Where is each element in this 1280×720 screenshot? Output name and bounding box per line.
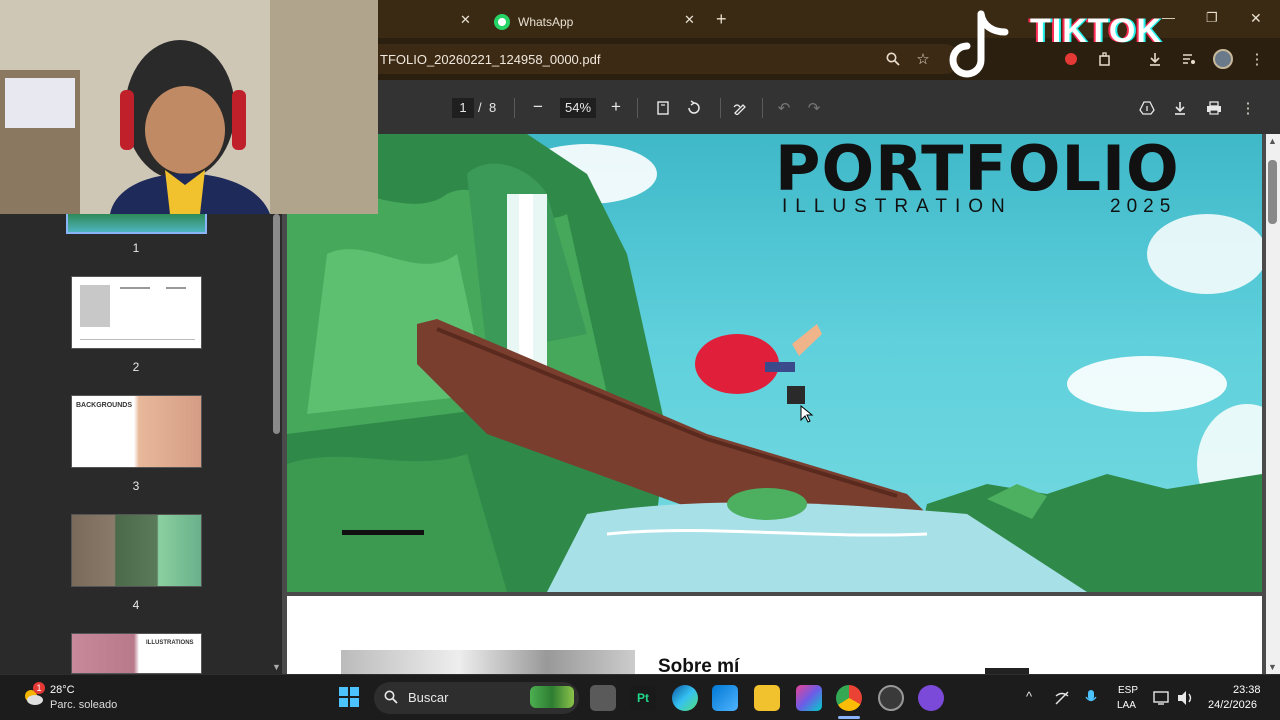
microphone-icon[interactable] (1084, 689, 1098, 707)
tiktok-logo-icon (949, 10, 1009, 78)
document-scroll-thumb[interactable] (1268, 160, 1277, 224)
tab-whatsapp[interactable]: WhatsApp ✕ (494, 6, 704, 38)
media-icon[interactable] (1178, 48, 1200, 70)
weather-temperature[interactable]: 28°C (50, 684, 75, 696)
browser-menu-icon[interactable]: ⋮ (1246, 48, 1268, 70)
messenger-icon[interactable] (918, 685, 944, 711)
thumbnail-text-line (120, 287, 150, 289)
edge-icon[interactable] (672, 685, 698, 711)
mouse-cursor-icon (800, 404, 814, 423)
keyboard-layout-indicator[interactable]: LAA (1117, 700, 1136, 711)
toolbar-divider (514, 98, 515, 118)
thumbnail-number: 1 (132, 241, 140, 255)
thumbnail-caption: ILLUSTRATIONS (146, 640, 194, 646)
network-off-icon[interactable] (1054, 690, 1070, 706)
thumbnail-page-2[interactable] (71, 276, 202, 349)
star-icon[interactable]: ☆ (912, 48, 934, 70)
scroll-up-icon[interactable]: ▲ (1268, 136, 1277, 146)
total-pages: 8 (489, 100, 497, 115)
tab-portfolio-pdf[interactable]: ✕ (380, 6, 480, 38)
download-icon[interactable] (1144, 48, 1166, 70)
sidebar-scroll-thumb[interactable] (273, 214, 280, 434)
close-window-button[interactable]: ✕ (1250, 10, 1262, 27)
pycharm-icon[interactable]: Pt (630, 685, 656, 711)
thumbnail-caption: BACKGROUNDS (76, 402, 132, 409)
thumbnail-page-1[interactable] (66, 212, 207, 234)
pdf-download-icon[interactable] (1169, 97, 1191, 119)
scroll-down-icon[interactable]: ▼ (1268, 662, 1277, 672)
thumbnail-number: 4 (132, 598, 140, 612)
redo-icon[interactable]: ↷ (803, 97, 825, 119)
file-explorer-icon[interactable] (754, 685, 780, 711)
windows-start-icon[interactable] (338, 686, 360, 708)
page-separator: / (478, 100, 482, 115)
record-icon[interactable] (1060, 48, 1082, 70)
obs-icon[interactable] (878, 685, 904, 711)
rotate-icon[interactable] (683, 97, 705, 119)
zoom-in-button[interactable]: + (611, 97, 621, 117)
minimize-button[interactable]: — (1162, 10, 1175, 25)
tiktok-wordmark: TIKTOK (1030, 12, 1162, 50)
pdf-page-2 (287, 596, 1262, 674)
webcam-person-image (0, 0, 378, 214)
active-app-indicator (838, 716, 860, 719)
annotate-pen-icon[interactable] (730, 97, 752, 119)
undo-icon[interactable]: ↶ (773, 97, 795, 119)
language-indicator[interactable]: ESP (1118, 685, 1138, 696)
thumbnail-divider (80, 339, 195, 340)
thumbnail-number: 3 (132, 479, 140, 493)
toolbar-divider (720, 98, 721, 118)
microsoft-365-icon[interactable] (796, 685, 822, 711)
display-icon[interactable] (1153, 690, 1171, 706)
tray-chevron-icon[interactable]: ^ (1026, 689, 1032, 704)
pdf-more-options-icon[interactable]: ⋮ (1237, 97, 1259, 119)
sidebar-scroll-down-icon[interactable]: ▼ (272, 662, 281, 672)
fit-page-icon[interactable] (652, 97, 674, 119)
search-placeholder: Buscar (408, 690, 449, 705)
webcam-overlay (0, 0, 378, 214)
chrome-icon[interactable] (836, 685, 862, 711)
whatsapp-icon (494, 14, 510, 30)
page-number-input[interactable]: 1 (452, 98, 474, 118)
toolbar-divider (637, 98, 638, 118)
thumbnail-photo (80, 285, 110, 327)
new-tab-button[interactable]: + (716, 9, 727, 30)
tab-label: WhatsApp (518, 15, 574, 29)
zoom-icon[interactable] (882, 48, 904, 70)
portfolio-year: 2025 (1110, 196, 1177, 217)
store-icon[interactable] (712, 685, 738, 711)
thumbnail-number: 2 (132, 360, 140, 374)
task-view-icon[interactable] (590, 685, 616, 711)
thumbnail-text-line (166, 287, 186, 289)
weather-badge: 1 (33, 682, 45, 694)
close-tab-icon[interactable]: ✕ (684, 12, 695, 28)
portfolio-title: PORTFOLIO (775, 132, 1180, 205)
drive-save-icon[interactable] (1136, 97, 1158, 119)
portfolio-subtitle: ILLUSTRATION (782, 196, 1013, 217)
puzzle-icon[interactable] (1094, 48, 1116, 70)
search-highlight-image (530, 686, 574, 708)
weather-description[interactable]: Parc. soleado (50, 699, 117, 711)
profile-avatar[interactable] (1213, 49, 1233, 69)
print-icon[interactable] (1203, 97, 1225, 119)
close-tab-icon[interactable]: ✕ (460, 12, 471, 28)
url-text[interactable]: TFOLIO_20260221_124958_0000.pdf (380, 52, 600, 67)
volume-icon[interactable] (1177, 690, 1195, 706)
restore-button[interactable]: ❐ (1206, 10, 1218, 26)
toolbar-divider (762, 98, 763, 118)
about-photo (341, 650, 635, 674)
zoom-out-button[interactable]: − (533, 97, 543, 117)
thumbnail-page-3[interactable]: BACKGROUNDS (71, 395, 202, 468)
thumbnail-page-4[interactable] (71, 514, 202, 587)
zoom-level-input[interactable]: 54% (560, 98, 596, 118)
thumbnail-page-5[interactable]: ILLUSTRATIONS (71, 633, 202, 674)
search-icon (384, 690, 398, 704)
clock-date[interactable]: 24/2/2026 (1208, 699, 1257, 711)
clock-time[interactable]: 23:38 (1233, 684, 1261, 696)
